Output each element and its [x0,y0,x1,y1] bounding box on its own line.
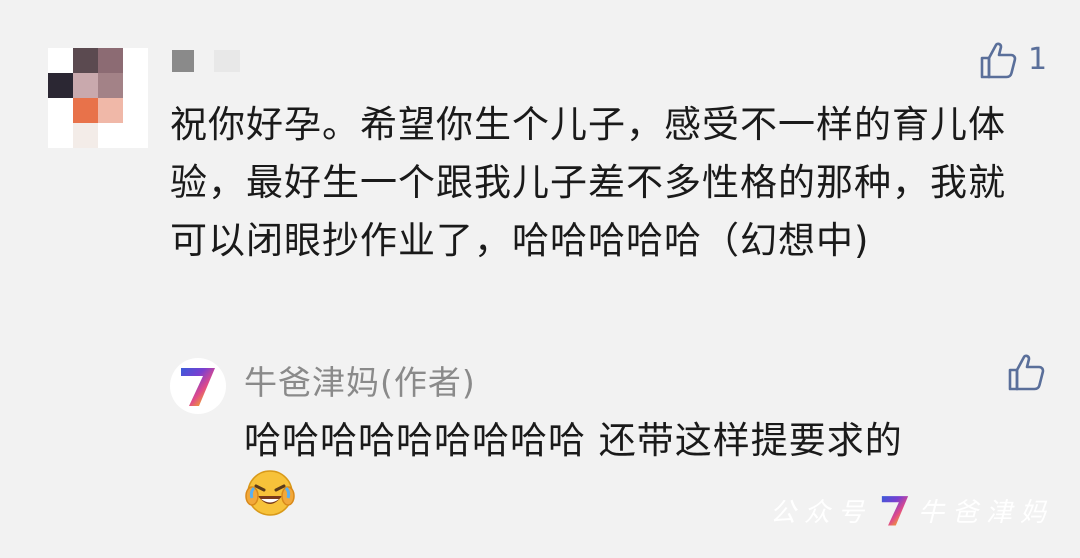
avatar-pixel [123,48,148,73]
mask-block [172,50,194,72]
avatar-pixel [48,123,73,148]
avatar-pixel [73,48,98,73]
avatar-pixel [48,73,73,98]
avatar-pixel [73,123,98,148]
avatar-pixel [98,73,123,98]
thumbs-up-icon [980,42,1017,79]
mask-block [214,50,240,72]
comment-text: 祝你好孕。希望你生个儿子，感受不一样的育儿体验，最好生一个跟我儿子差不多性格的那… [170,103,1006,262]
seven-logo-icon [881,496,909,526]
avatar-pixel [98,98,123,123]
avatar-pixel [98,48,123,73]
commenter-name-masked [172,50,262,76]
avatar-pixel [123,123,148,148]
like-count: 1 [1028,42,1048,77]
thumbs-up-icon [1008,354,1045,391]
author-avatar[interactable] [170,358,226,414]
comment-like-button[interactable]: 1 [978,40,1047,80]
reply-like-button[interactable] [1006,352,1046,392]
author-name[interactable]: 牛爸津妈(作者) [244,356,476,404]
avatar-pixel [48,48,73,73]
watermark-prefix: 公众号 [770,497,873,528]
avatar-pixel [73,98,98,123]
avatar-pixel [123,98,148,123]
reply-text: 哈哈哈哈哈哈哈哈哈 还带这样提要求的 [244,419,903,462]
laughing-crying-emoji-icon [245,470,295,516]
seven-logo-icon [181,368,215,406]
avatar-pixel [123,73,148,98]
watermark-suffix: 牛爸津妈 [918,497,1055,528]
avatar-pixel [73,73,98,98]
commenter-avatar[interactable] [48,48,148,148]
avatar-pixel [98,123,123,148]
watermark: 公众号 牛爸津妈 [770,490,1054,530]
avatar-pixel [48,98,73,123]
